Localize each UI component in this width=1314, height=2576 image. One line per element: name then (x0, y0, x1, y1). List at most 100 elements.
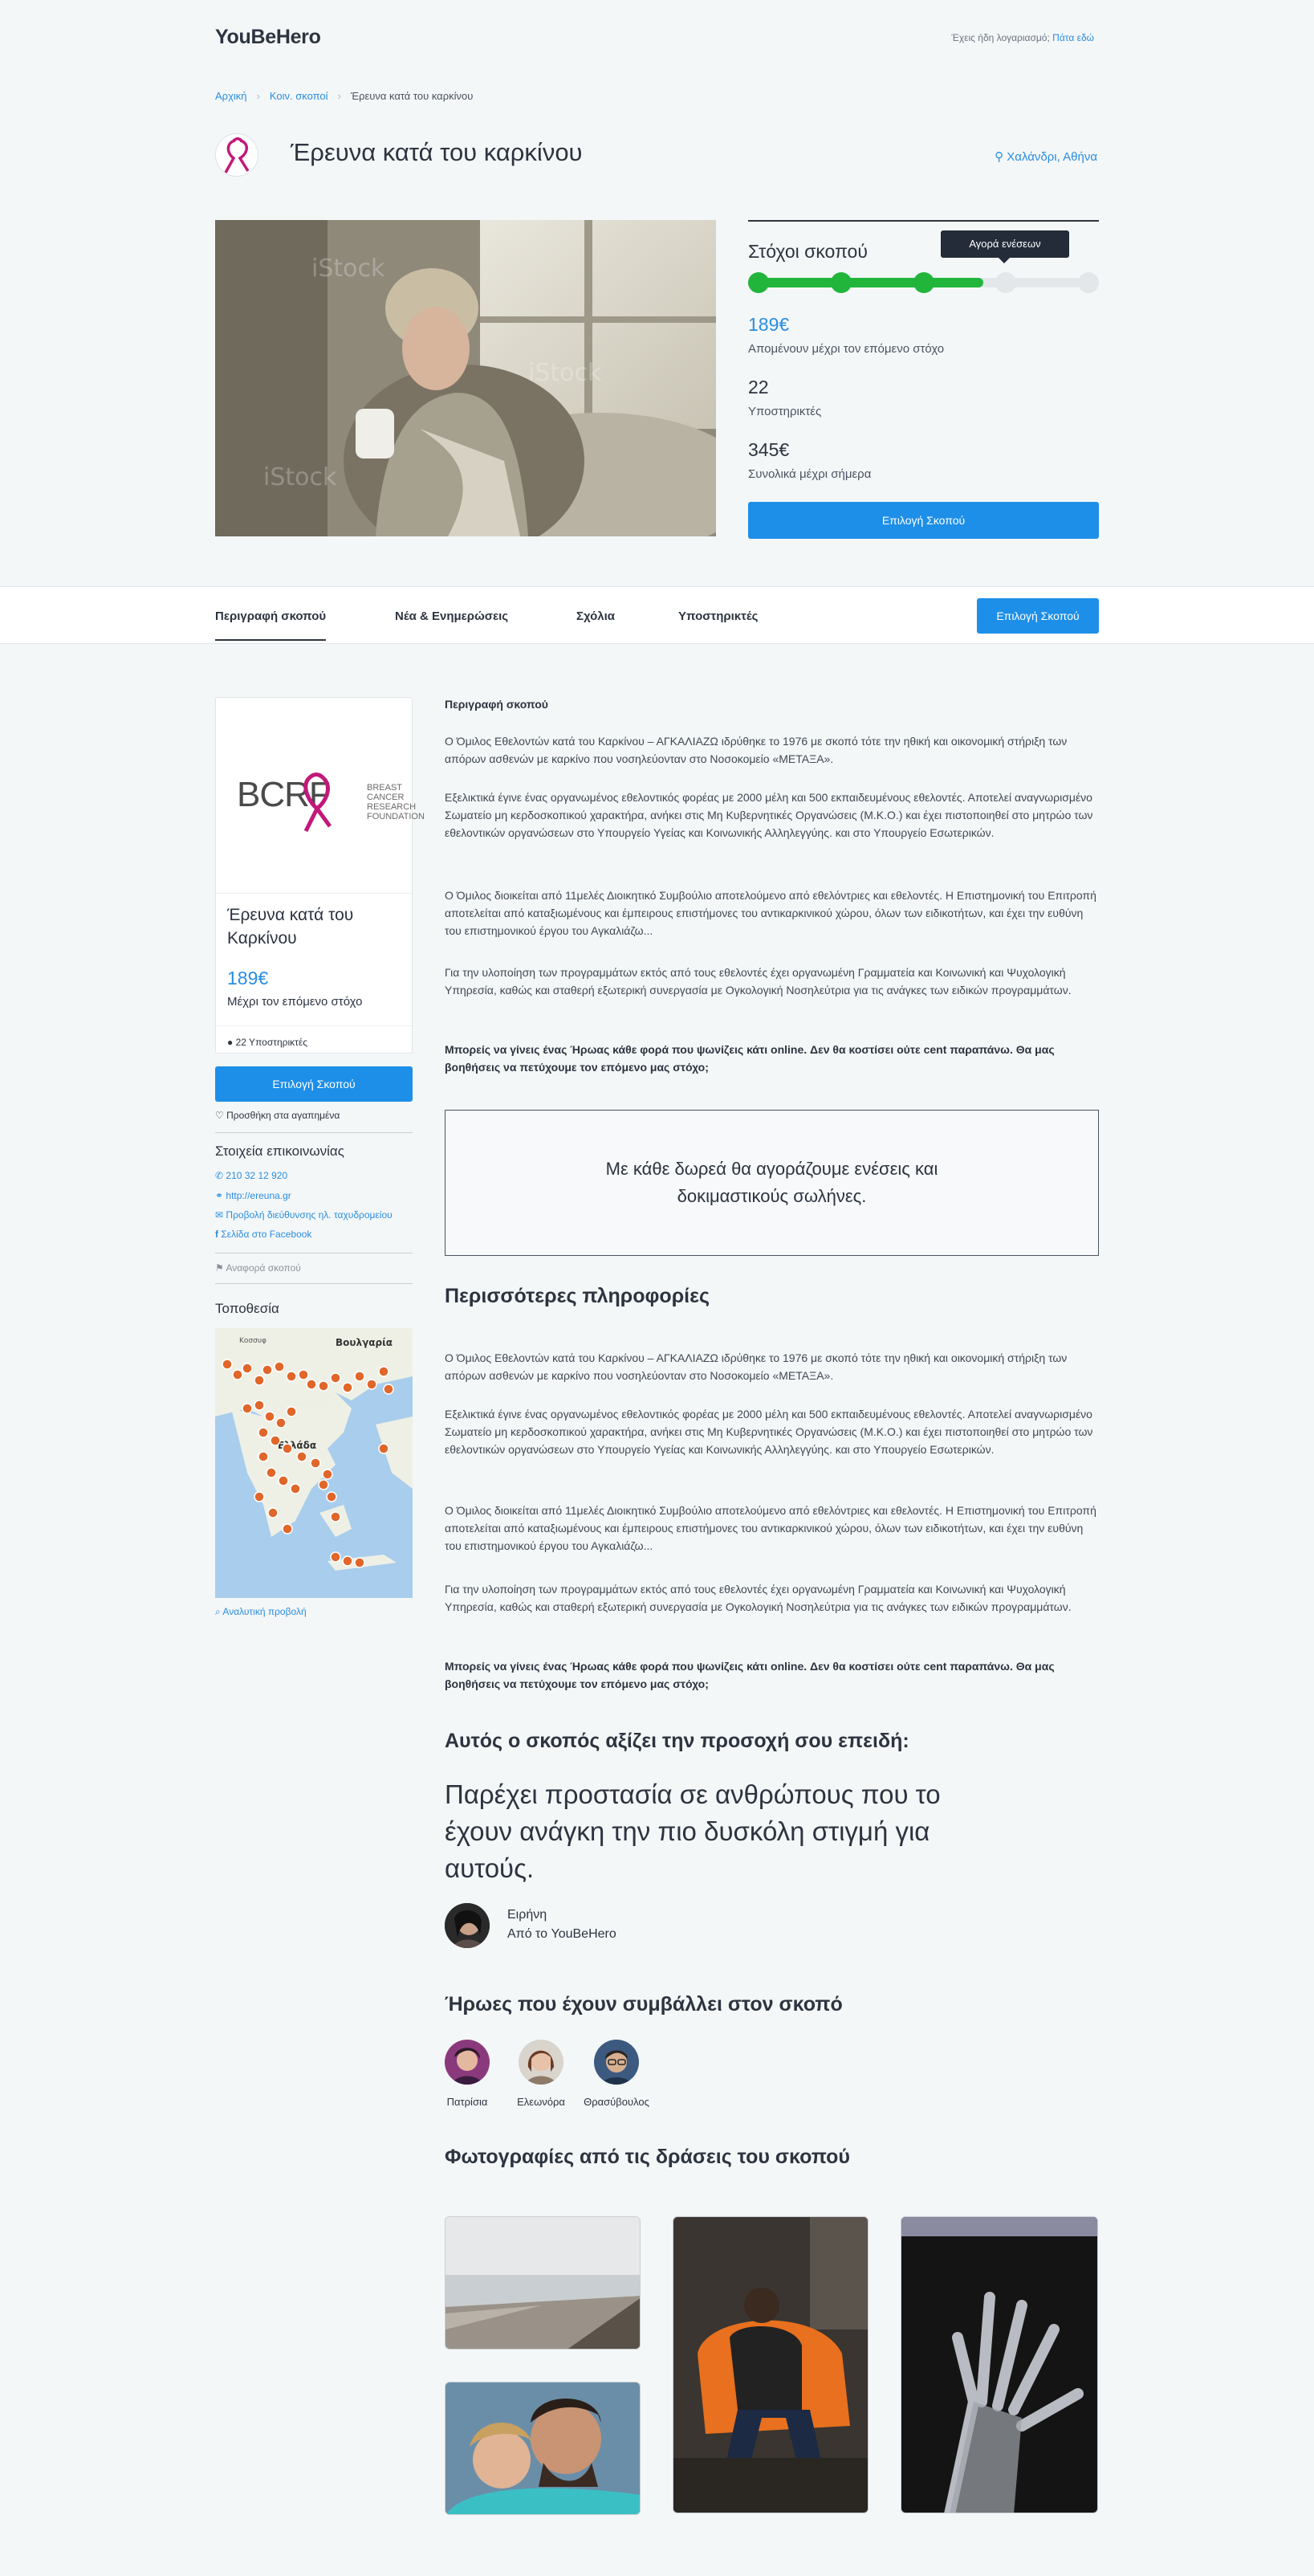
site-logo[interactable]: YouBeHero (215, 26, 321, 49)
author-photo (445, 1903, 490, 1948)
map-pin-icon[interactable] (310, 1457, 321, 1469)
map-pin-icon[interactable] (258, 1427, 269, 1438)
sidebar-divider (215, 1283, 413, 1284)
facebook-icon: f (215, 1229, 218, 1240)
map-pin-icon[interactable] (330, 1511, 341, 1522)
map-pin-icon[interactable] (266, 1467, 277, 1478)
gallery-photo-3[interactable] (901, 2216, 1098, 2513)
phone-icon: ✆ (215, 1170, 224, 1181)
tab-news[interactable]: Νέα & Ενημερώσεις (395, 609, 508, 623)
ribbon-icon (303, 772, 332, 833)
heart-icon: ♡ (215, 1110, 224, 1121)
map-pin-icon[interactable] (286, 1406, 297, 1417)
map-detail-link[interactable]: ⌕ Αναλυτική προβολή (215, 1606, 307, 1618)
map-pin-icon[interactable] (330, 1372, 341, 1384)
map-pin-icon[interactable] (322, 1469, 333, 1480)
progress-fill (748, 278, 983, 287)
account-prompt: Έχεις ήδη λογαριασμό; Πάτα εδώ (951, 32, 1094, 43)
map-pin-icon[interactable] (274, 1361, 285, 1372)
map-pin-icon[interactable] (242, 1363, 253, 1374)
goal-callout-box: Με κάθε δωρεά θα αγοράζουμε ενέσεις και … (445, 1110, 1099, 1256)
gallery-photo-2[interactable] (673, 2216, 869, 2513)
hero-avatar-1[interactable] (445, 2040, 490, 2085)
report-text: Αναφορά σκοπού (226, 1262, 301, 1274)
tab-supporters[interactable]: Υποστηρικτές (678, 609, 758, 623)
map-pin-icon[interactable] (378, 1366, 389, 1377)
hero-avatar-2[interactable] (519, 2040, 563, 2085)
map-pin-icon[interactable] (378, 1443, 389, 1454)
contact-website[interactable]: ⚭ http://ereuna.gr (215, 1190, 291, 1201)
select-cause-button[interactable]: Επιλογή Σκοπού (748, 502, 1099, 539)
attention-heading: Αυτός ο σκοπός αξίζει την προσοχή σου επ… (445, 1730, 909, 1752)
card-supporters-text: 22 Υποστηρικτές (235, 1037, 308, 1048)
map-pin-icon[interactable] (383, 1384, 394, 1395)
gallery-photo-1[interactable] (445, 2216, 641, 2350)
map-pin-icon[interactable] (366, 1379, 377, 1390)
tab-description[interactable]: Περιγραφή σκοπού (215, 609, 327, 641)
milestone-dot (913, 272, 934, 293)
email-text: Προβολή διεύθυνσης ηλ. ταχυδρομείου (226, 1209, 393, 1221)
map-pin-icon[interactable] (270, 1435, 281, 1446)
hero-name-1[interactable]: Πατρίσια (427, 2096, 507, 2108)
map-pin-icon[interactable] (354, 1371, 365, 1382)
contact-phone[interactable]: ✆ 210 32 12 920 (215, 1170, 287, 1181)
map-pin-icon[interactable] (318, 1479, 329, 1490)
contact-email[interactable]: ✉ Προβολή διεύθυνσης ηλ. ταχυδρομείου (215, 1209, 393, 1221)
map-pin-icon[interactable] (242, 1403, 253, 1414)
description-paragraph-1: Ο Όμιλος Εθελοντών κατά του Καρκίνου – Α… (445, 735, 1068, 765)
report-link[interactable]: ⚑ Αναφορά σκοπού (215, 1262, 301, 1274)
favorite-text: Προσθήκη στα αγαπημένα (226, 1110, 340, 1121)
gallery-photo-4[interactable] (445, 2382, 641, 2515)
tab-select-cause-button[interactable]: Επιλογή Σκοπού (977, 598, 1099, 634)
map-pin-icon[interactable] (330, 1551, 341, 1563)
breadcrumb-causes[interactable]: Κοιν. σκοποί (270, 90, 328, 102)
map-pin-icon[interactable] (282, 1443, 293, 1454)
map-pin-icon[interactable] (354, 1557, 365, 1568)
hero-avatar-3[interactable] (594, 2040, 639, 2085)
hero-photo-2 (519, 2040, 563, 2085)
map-pin-icon[interactable] (306, 1379, 317, 1390)
description-paragraph-3: Ο Όμιλος διοικείται από 11μελές Διοικητι… (445, 889, 1096, 937)
location-map[interactable]: Βουλγαρία Ελλάδα Κοσσυφ (215, 1328, 413, 1598)
map-pin-icon[interactable] (298, 1369, 309, 1380)
map-pin-icon[interactable] (282, 1523, 293, 1535)
map-pin-icon[interactable] (254, 1375, 265, 1386)
tab-comments[interactable]: Σχόλια (576, 609, 615, 623)
contact-facebook[interactable]: f Σελίδα στο Facebook (215, 1229, 311, 1240)
breadcrumb-home[interactable]: Αρχική (215, 90, 247, 102)
sidebar-select-cause-button[interactable]: Επιλογή Σκοπού (215, 1066, 413, 1102)
map-pin-icon[interactable] (275, 1417, 287, 1429)
map-pin-icon[interactable] (278, 1475, 289, 1486)
user-icon: ● (227, 1037, 234, 1048)
map-pin-icon[interactable] (254, 1400, 265, 1411)
account-prompt-text: Έχεις ήδη λογαριασμό; (951, 32, 1050, 43)
map-pin-icon[interactable] (254, 1491, 265, 1502)
map-pin-icon[interactable] (264, 1411, 275, 1422)
map-pin-icon[interactable] (232, 1369, 243, 1380)
favorite-link[interactable]: ♡ Προσθήκη στα αγαπημένα (215, 1110, 340, 1121)
map-pin-icon[interactable] (222, 1359, 233, 1370)
man-in-chair-photo (673, 2217, 868, 2513)
map-pin-icon[interactable] (267, 1507, 279, 1518)
map-pin-icon[interactable] (286, 1371, 297, 1382)
bcrf-subtext-line: BREAST (367, 783, 403, 793)
map-pin-icon[interactable] (258, 1451, 269, 1462)
card-supporters: ● 22 Υποστηρικτές (227, 1037, 307, 1048)
cause-location[interactable]: ⚲ Χαλάνδρι, Αθήνα (995, 149, 1097, 164)
map-pin-icon[interactable] (296, 1451, 307, 1462)
map-pin-icon[interactable] (326, 1491, 337, 1502)
map-pin-icon[interactable] (290, 1483, 301, 1494)
map-pin-icon[interactable] (318, 1380, 329, 1392)
cause-card: BCRF BREAST CANCER RESEARCH FOUNDATION Έ… (215, 697, 425, 1054)
map-pin-icon[interactable] (342, 1382, 353, 1393)
hero-name-3[interactable]: Θρασύβουλος (576, 2096, 657, 2108)
phone-text: 210 32 12 920 (226, 1170, 288, 1181)
hero-name-2[interactable]: Ελεωνόρα (501, 2096, 581, 2108)
map-pin-icon[interactable] (342, 1555, 353, 1567)
breadcrumb-separator: › (337, 90, 341, 102)
milestone-dot (748, 272, 769, 293)
sidebar-divider (215, 1132, 413, 1133)
login-link[interactable]: Πάτα εδώ (1052, 32, 1094, 43)
map-pin-icon[interactable] (262, 1364, 273, 1376)
tab-bar: Περιγραφή σκοπού Νέα & Ενημερώσεις Σχόλι… (0, 586, 1314, 644)
